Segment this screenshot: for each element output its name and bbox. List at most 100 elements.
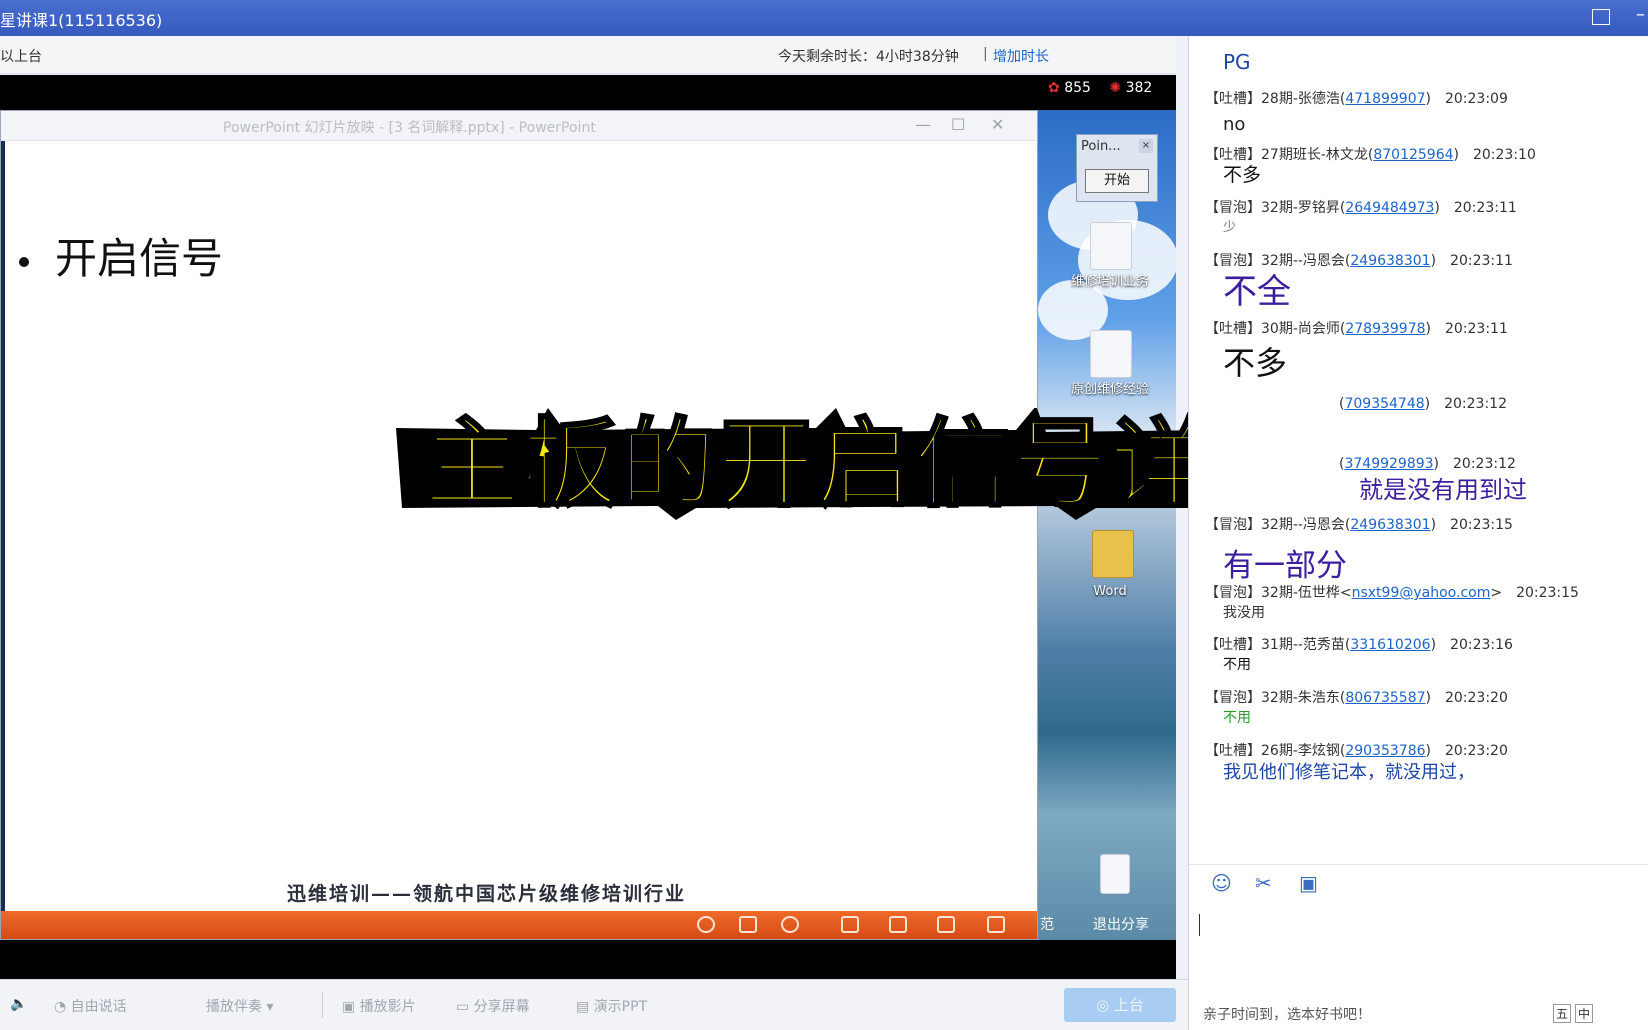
document-shortcut-icon[interactable]	[1090, 330, 1132, 378]
desktop-edge-text: 范	[1040, 917, 1054, 933]
chat-ad-text[interactable]: 亲子时间到，选本好书吧！	[1203, 1004, 1371, 1024]
share-screen-button[interactable]: ▭ 分享屏幕	[456, 996, 530, 1016]
powerpoint-window: PowerPoint 幻灯片放映 - [3 名词解释.pptx] - Power…	[0, 110, 1038, 940]
minimize-button[interactable]: –	[1636, 4, 1645, 25]
desktop-icon-label: Word	[1093, 584, 1127, 599]
chat-sender-id-link[interactable]: nsxt99@yahoo.com	[1352, 585, 1491, 601]
play-accompany-label: 播放伴奏	[206, 999, 262, 1015]
play-movie-button[interactable]: ▣ 播放影片	[342, 996, 416, 1016]
chat-message-header: 【冒泡】32期-伍世桦<nsxt99@yahoo.com> 20:23:15	[1205, 585, 1579, 601]
chat-sender-id-link[interactable]: 709354748	[1344, 396, 1424, 412]
pause-icon[interactable]	[739, 916, 757, 933]
chat-sender-name: 32期-伍世桦	[1261, 585, 1340, 601]
presenter-icon[interactable]	[987, 916, 1005, 933]
chat-message-tag: 【冒泡】	[1205, 200, 1261, 216]
slide-bullet-text: 开启信号	[55, 234, 224, 283]
slide-canvas: 开启信号 迅维培训——领航中国芯片级维修培训行业	[1, 141, 1037, 911]
chat-message-tag: 【冒泡】	[1205, 517, 1261, 533]
restore-window-button[interactable]	[1592, 9, 1610, 25]
chat-message-body: 不用	[1223, 710, 1251, 726]
chat-message-time: 20:23:15	[1516, 585, 1579, 601]
document-shortcut-icon[interactable]	[1090, 222, 1132, 270]
chat-sender-name: 30期-尚会师	[1261, 321, 1340, 337]
go-on-stage-button[interactable]: ◎ 上台	[1064, 988, 1176, 1022]
chat-message-body: 有一部分	[1223, 548, 1347, 584]
slide-view-icon[interactable]	[841, 916, 859, 933]
image-icon[interactable]: ▣	[1299, 871, 1318, 895]
chat-message-body: 不用	[1223, 657, 1251, 673]
ppt-maximize-icon[interactable]: ☐	[951, 115, 965, 134]
chat-tools: ☺ ✂ ▣	[1189, 864, 1648, 900]
chat-sender-name: 32期-罗铭昇	[1261, 200, 1340, 216]
play-accompany-button[interactable]: 播放伴奏 ▾	[206, 996, 273, 1016]
chat-message-header: 【吐槽】26期-李炫钢(290353786) 20:23:20	[1205, 743, 1508, 759]
chat-sender-id-link[interactable]: 471899907	[1345, 91, 1425, 107]
chat-message-header: 【冒泡】32期-朱浩东(806735587) 20:23:20	[1205, 690, 1508, 706]
grid-view-icon[interactable]	[889, 916, 907, 933]
flower-icon: ✿	[1048, 80, 1060, 96]
classroom-toolbar: 🔈 ◔ 自由说话 播放伴奏 ▾ ▣ 播放影片 ▭ 分享屏幕 ▤ 演示PPT ◎ …	[0, 979, 1188, 1030]
chat-message-header: 【吐槽】31期--范秀苗(331610206) 20:23:16	[1205, 637, 1513, 653]
chat-sender-id-link[interactable]: 278939978	[1345, 321, 1425, 337]
share-screen-label: 分享屏幕	[473, 999, 530, 1015]
scissors-icon[interactable]: ✂	[1255, 871, 1272, 895]
window-titlebar: 星讲课1(115116536) –	[0, 0, 1648, 36]
chat-message-time: 20:23:12	[1444, 396, 1507, 412]
chat-message-header: 【冒泡】32期--冯恩会(249638301) 20:23:15	[1205, 517, 1513, 533]
exit-share-button[interactable]: 退出分享	[1093, 914, 1149, 934]
chat-sender-id-link[interactable]: 331610206	[1350, 637, 1430, 653]
pointer-tool-window: Poin... × 开始	[1076, 134, 1158, 202]
desktop-icon-label: 维修培训业务	[1070, 274, 1149, 289]
chat-message-body: 不多	[1223, 164, 1262, 186]
flower-count: 855	[1064, 80, 1091, 96]
chat-sender-name: 28期-张德浩	[1261, 91, 1340, 107]
chat-message-time: 20:23:20	[1444, 743, 1508, 759]
pointer-tool-start-button[interactable]: 开始	[1085, 169, 1149, 193]
folder-icon[interactable]	[1092, 530, 1134, 578]
classroom-infobar: 以上台 今天剩余时长：4小时38分钟 | 增加时长	[0, 36, 1176, 74]
chat-sender-id-link[interactable]: 249638301	[1350, 253, 1430, 269]
emoji-icon[interactable]: ☺	[1211, 871, 1232, 895]
ppt-close-icon[interactable]: ✕	[991, 115, 1004, 134]
chat-message-header: (709354748) 20:23:12	[1339, 396, 1507, 412]
desktop-icon-label: 原创维修经验	[1070, 382, 1149, 397]
video-title-text: 主板的开启信号详解	[423, 407, 1306, 522]
present-ppt-label: 演示PPT	[593, 999, 648, 1015]
chat-message-time: 20:23:20	[1444, 690, 1508, 706]
chat-sender-id-link[interactable]: 249638301	[1350, 517, 1430, 533]
chat-sender-name: 32期-朱浩东	[1261, 690, 1340, 706]
chat-sender-id-link[interactable]: 2649484973	[1345, 200, 1434, 216]
chat-message-time: 20:23:10	[1472, 147, 1536, 163]
next-slide-icon[interactable]	[781, 916, 799, 933]
recycle-bin-icon[interactable]	[1100, 854, 1130, 894]
chat-message-tag: 【吐槽】	[1205, 321, 1261, 337]
chat-message-time: 20:23:11	[1450, 253, 1513, 269]
remaining-time-text: 今天剩余时长：4小时38分钟	[778, 49, 959, 65]
chat-sender-name: 31期--范秀苗	[1261, 637, 1345, 653]
chat-message-list[interactable]: PG 【吐槽】28期-张德浩(471899907) 20:23:09 no 【吐槽】2…	[1189, 36, 1648, 866]
prev-slide-icon[interactable]	[697, 916, 715, 933]
chat-sender-name: 32期--冯恩会	[1261, 517, 1345, 533]
ime-indicator[interactable]: 五中	[1553, 1004, 1597, 1023]
add-time-link[interactable]: 增加时长	[993, 46, 1049, 66]
chat-message-body: 不全	[1223, 272, 1291, 312]
chat-message-body: 少	[1223, 220, 1237, 235]
chat-panel: PG 【吐槽】28期-张德浩(471899907) 20:23:09 no 【吐槽】2…	[1188, 36, 1648, 1030]
free-talk-button[interactable]: ◔ 自由说话	[54, 996, 127, 1016]
chat-sender-id-link[interactable]: 870125964	[1373, 147, 1453, 163]
notes-icon[interactable]	[937, 916, 955, 933]
powerpoint-titlebar: PowerPoint 幻灯片放映 - [3 名词解释.pptx] - Power…	[1, 111, 1037, 141]
speaker-icon[interactable]: 🔈	[10, 996, 27, 1012]
chat-message-time: 20:23:09	[1444, 91, 1508, 107]
pointer-tool-close-icon[interactable]: ×	[1139, 139, 1153, 153]
chat-message-time: 20:23:11	[1444, 321, 1508, 337]
chat-message-header: 【吐槽】28期-张德浩(471899907) 20:23:09	[1205, 91, 1508, 107]
bullet-dot-icon	[19, 257, 29, 267]
ppt-minimize-icon[interactable]: —	[915, 115, 931, 134]
chat-sender-id-link[interactable]: 806735587	[1345, 690, 1425, 706]
chat-message-body: no	[1223, 114, 1246, 135]
chat-sender-id-link[interactable]: 290353786	[1345, 743, 1425, 759]
present-ppt-button[interactable]: ▤ 演示PPT	[576, 996, 647, 1016]
play-movie-label: 播放影片	[359, 999, 416, 1015]
chat-input[interactable]	[1189, 900, 1648, 998]
